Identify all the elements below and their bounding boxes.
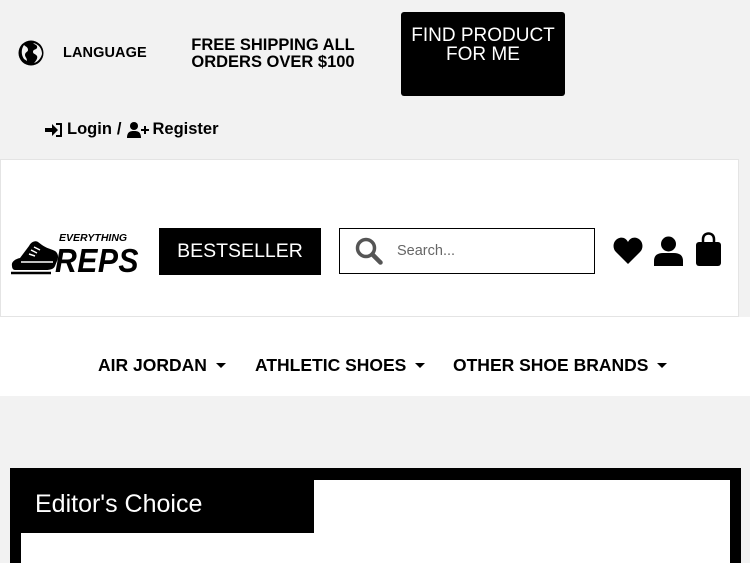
user-icon[interactable] bbox=[654, 236, 683, 266]
nav-item-athletic-shoes[interactable]: ATHLETIC SHOES bbox=[255, 355, 426, 376]
nav-item-label: ATHLETIC SHOES bbox=[255, 355, 407, 375]
free-shipping-notice: FREE SHIPPING ALL ORDERS OVER $100 bbox=[191, 36, 355, 71]
login-label: Login bbox=[67, 120, 112, 138]
bestseller-button[interactable]: BESTSELLER bbox=[159, 228, 321, 275]
caret-down-icon bbox=[215, 363, 226, 368]
site-header: EVERYTHING REPS BESTSELLER bbox=[0, 159, 739, 317]
language-selector[interactable]: LANGUAGE bbox=[18, 40, 147, 66]
top-bar: LANGUAGE FREE SHIPPING ALL ORDERS OVER $… bbox=[0, 0, 750, 160]
nav-item-air-jordan[interactable]: AIR JORDAN bbox=[98, 355, 226, 376]
nav-item-label: AIR JORDAN bbox=[98, 355, 207, 375]
nav-item-other-shoe-brands[interactable]: OTHER SHOE BRANDS bbox=[453, 355, 668, 376]
login-link[interactable]: Login bbox=[45, 120, 112, 139]
section-title: Editor's Choice bbox=[21, 480, 314, 533]
search-icon[interactable] bbox=[355, 237, 383, 265]
nav-item-label: OTHER SHOE BRANDS bbox=[453, 355, 649, 375]
editors-choice-panel: Editor's Choice bbox=[21, 480, 730, 563]
sign-in-icon bbox=[45, 122, 62, 137]
editors-choice-section: Editor's Choice bbox=[10, 468, 741, 563]
site-logo[interactable]: EVERYTHING REPS bbox=[9, 228, 143, 278]
shopping-bag-icon[interactable] bbox=[696, 232, 721, 266]
auth-separator: / bbox=[116, 120, 122, 138]
caret-down-icon bbox=[657, 363, 668, 368]
globe-icon bbox=[18, 40, 44, 66]
search-input[interactable] bbox=[397, 243, 577, 259]
caret-down-icon bbox=[415, 363, 426, 368]
user-plus-icon bbox=[126, 121, 149, 138]
find-product-button[interactable]: FIND PRODUCT FOR ME bbox=[401, 12, 565, 96]
register-label: Register bbox=[152, 120, 219, 138]
register-link[interactable]: Register bbox=[126, 120, 219, 139]
auth-links: Login / Register bbox=[45, 120, 219, 139]
main-navigation: AIR JORDAN ATHLETIC SHOES OTHER SHOE BRA… bbox=[0, 317, 750, 396]
search-box bbox=[339, 228, 595, 274]
heart-icon[interactable] bbox=[613, 237, 643, 264]
language-label: LANGUAGE bbox=[63, 45, 147, 61]
svg-text:REPS: REPS bbox=[55, 242, 139, 278]
